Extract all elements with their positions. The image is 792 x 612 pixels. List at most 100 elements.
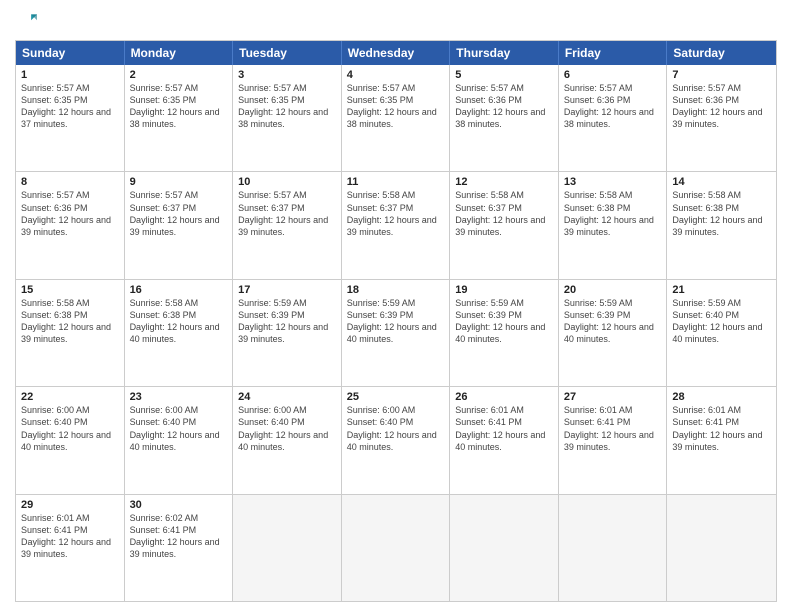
- logo-icon: [15, 10, 37, 32]
- day-info: Sunrise: 5:57 AMSunset: 6:37 PMDaylight:…: [130, 189, 228, 238]
- calendar-header: SundayMondayTuesdayWednesdayThursdayFrid…: [16, 41, 776, 65]
- day-number: 15: [21, 284, 119, 296]
- day-info: Sunrise: 5:59 AMSunset: 6:39 PMDaylight:…: [564, 297, 662, 346]
- calendar-cell: 12Sunrise: 5:58 AMSunset: 6:37 PMDayligh…: [450, 172, 559, 278]
- day-number: 18: [347, 284, 445, 296]
- day-info: Sunrise: 5:58 AMSunset: 6:38 PMDaylight:…: [21, 297, 119, 346]
- calendar-cell: 6Sunrise: 5:57 AMSunset: 6:36 PMDaylight…: [559, 65, 668, 171]
- calendar-cell: 13Sunrise: 5:58 AMSunset: 6:38 PMDayligh…: [559, 172, 668, 278]
- day-number: 7: [672, 69, 771, 81]
- day-info: Sunrise: 5:57 AMSunset: 6:35 PMDaylight:…: [347, 82, 445, 131]
- calendar-cell: [667, 495, 776, 601]
- day-number: 16: [130, 284, 228, 296]
- calendar-cell: [342, 495, 451, 601]
- day-number: 26: [455, 391, 553, 403]
- day-number: 10: [238, 176, 336, 188]
- calendar-cell: 24Sunrise: 6:00 AMSunset: 6:40 PMDayligh…: [233, 387, 342, 493]
- day-info: Sunrise: 5:59 AMSunset: 6:40 PMDaylight:…: [672, 297, 771, 346]
- day-number: 23: [130, 391, 228, 403]
- calendar-cell: 11Sunrise: 5:58 AMSunset: 6:37 PMDayligh…: [342, 172, 451, 278]
- calendar-header-cell: Thursday: [450, 41, 559, 65]
- calendar-row: 15Sunrise: 5:58 AMSunset: 6:38 PMDayligh…: [16, 280, 776, 387]
- day-info: Sunrise: 6:00 AMSunset: 6:40 PMDaylight:…: [130, 404, 228, 453]
- day-number: 6: [564, 69, 662, 81]
- day-info: Sunrise: 5:57 AMSunset: 6:35 PMDaylight:…: [21, 82, 119, 131]
- calendar-cell: [233, 495, 342, 601]
- calendar-cell: 27Sunrise: 6:01 AMSunset: 6:41 PMDayligh…: [559, 387, 668, 493]
- calendar-cell: 18Sunrise: 5:59 AMSunset: 6:39 PMDayligh…: [342, 280, 451, 386]
- day-info: Sunrise: 5:57 AMSunset: 6:36 PMDaylight:…: [21, 189, 119, 238]
- day-info: Sunrise: 5:57 AMSunset: 6:37 PMDaylight:…: [238, 189, 336, 238]
- header: [15, 10, 777, 32]
- calendar-cell: [450, 495, 559, 601]
- calendar-cell: 29Sunrise: 6:01 AMSunset: 6:41 PMDayligh…: [16, 495, 125, 601]
- day-number: 29: [21, 499, 119, 511]
- day-info: Sunrise: 6:01 AMSunset: 6:41 PMDaylight:…: [672, 404, 771, 453]
- day-info: Sunrise: 6:00 AMSunset: 6:40 PMDaylight:…: [238, 404, 336, 453]
- calendar-row: 22 Sunrise: 6:00 AMSunset: 6:40 PMDayligh…: [16, 387, 776, 494]
- calendar-row: 8Sunrise: 5:57 AMSunset: 6:36 PMDaylight…: [16, 172, 776, 279]
- calendar-cell: 30Sunrise: 6:02 AMSunset: 6:41 PMDayligh…: [125, 495, 234, 601]
- day-number: 28: [672, 391, 771, 403]
- calendar-cell: 14Sunrise: 5:58 AMSunset: 6:38 PMDayligh…: [667, 172, 776, 278]
- day-info: Sunrise: 5:57 AMSunset: 6:36 PMDaylight:…: [672, 82, 771, 131]
- day-number: 12: [455, 176, 553, 188]
- calendar: SundayMondayTuesdayWednesdayThursdayFrid…: [15, 40, 777, 602]
- calendar-cell: 25Sunrise: 6:00 AMSunset: 6:40 PMDayligh…: [342, 387, 451, 493]
- day-number: 19: [455, 284, 553, 296]
- day-info: Sunrise: 5:57 AMSunset: 6:35 PMDaylight:…: [238, 82, 336, 131]
- day-info: Sunrise: 5:58 AMSunset: 6:37 PMDaylight:…: [347, 189, 445, 238]
- day-info: Sunrise: 6:00 AMSunset: 6:40 PMDaylight:…: [347, 404, 445, 453]
- day-info: Sunrise: 5:59 AMSunset: 6:39 PMDaylight:…: [238, 297, 336, 346]
- day-number: 13: [564, 176, 662, 188]
- day-info: Sunrise: 6:02 AMSunset: 6:41 PMDaylight:…: [130, 512, 228, 561]
- calendar-cell: 3Sunrise: 5:57 AMSunset: 6:35 PMDaylight…: [233, 65, 342, 171]
- day-info: Sunrise: 5:57 AMSunset: 6:36 PMDaylight:…: [455, 82, 553, 131]
- calendar-cell: 21Sunrise: 5:59 AMSunset: 6:40 PMDayligh…: [667, 280, 776, 386]
- calendar-cell: [559, 495, 668, 601]
- day-info: Sunrise: 5:59 AMSunset: 6:39 PMDaylight:…: [347, 297, 445, 346]
- day-number: 4: [347, 69, 445, 81]
- calendar-header-cell: Monday: [125, 41, 234, 65]
- day-number: 14: [672, 176, 771, 188]
- day-number: 8: [21, 176, 119, 188]
- day-info: Sunrise: 5:58 AMSunset: 6:37 PMDaylight:…: [455, 189, 553, 238]
- day-number: 1: [21, 69, 119, 81]
- calendar-cell: 23Sunrise: 6:00 AMSunset: 6:40 PMDayligh…: [125, 387, 234, 493]
- day-number: 5: [455, 69, 553, 81]
- day-number: 11: [347, 176, 445, 188]
- calendar-cell: 20Sunrise: 5:59 AMSunset: 6:39 PMDayligh…: [559, 280, 668, 386]
- day-number: 2: [130, 69, 228, 81]
- calendar-row: 29Sunrise: 6:01 AMSunset: 6:41 PMDayligh…: [16, 495, 776, 601]
- calendar-header-cell: Sunday: [16, 41, 125, 65]
- day-number: 21: [672, 284, 771, 296]
- day-number: 20: [564, 284, 662, 296]
- calendar-header-cell: Friday: [559, 41, 668, 65]
- calendar-cell: 10Sunrise: 5:57 AMSunset: 6:37 PMDayligh…: [233, 172, 342, 278]
- calendar-header-cell: Saturday: [667, 41, 776, 65]
- calendar-cell: 5Sunrise: 5:57 AMSunset: 6:36 PMDaylight…: [450, 65, 559, 171]
- calendar-cell: 19Sunrise: 5:59 AMSunset: 6:39 PMDayligh…: [450, 280, 559, 386]
- day-info: Sunrise: 5:59 AMSunset: 6:39 PMDaylight:…: [455, 297, 553, 346]
- calendar-header-cell: Wednesday: [342, 41, 451, 65]
- day-number: 22: [21, 391, 119, 403]
- day-info: Sunrise: 5:57 AMSunset: 6:35 PMDaylight:…: [130, 82, 228, 131]
- calendar-header-cell: Tuesday: [233, 41, 342, 65]
- calendar-cell: 1Sunrise: 5:57 AMSunset: 6:35 PMDaylight…: [16, 65, 125, 171]
- page: SundayMondayTuesdayWednesdayThursdayFrid…: [0, 0, 792, 612]
- calendar-cell: 7Sunrise: 5:57 AMSunset: 6:36 PMDaylight…: [667, 65, 776, 171]
- logo: [15, 10, 41, 32]
- calendar-cell: 4Sunrise: 5:57 AMSunset: 6:35 PMDaylight…: [342, 65, 451, 171]
- calendar-cell: 15Sunrise: 5:58 AMSunset: 6:38 PMDayligh…: [16, 280, 125, 386]
- day-number: 17: [238, 284, 336, 296]
- calendar-cell: 2Sunrise: 5:57 AMSunset: 6:35 PMDaylight…: [125, 65, 234, 171]
- day-info: Sunrise: 5:58 AMSunset: 6:38 PMDaylight:…: [130, 297, 228, 346]
- calendar-cell: 26Sunrise: 6:01 AMSunset: 6:41 PMDayligh…: [450, 387, 559, 493]
- day-number: 24: [238, 391, 336, 403]
- calendar-body: 1Sunrise: 5:57 AMSunset: 6:35 PMDaylight…: [16, 65, 776, 601]
- calendar-cell: 8Sunrise: 5:57 AMSunset: 6:36 PMDaylight…: [16, 172, 125, 278]
- day-number: 25: [347, 391, 445, 403]
- calendar-row: 1Sunrise: 5:57 AMSunset: 6:35 PMDaylight…: [16, 65, 776, 172]
- day-info: Sunrise: 6:01 AMSunset: 6:41 PMDaylight:…: [455, 404, 553, 453]
- day-number: 30: [130, 499, 228, 511]
